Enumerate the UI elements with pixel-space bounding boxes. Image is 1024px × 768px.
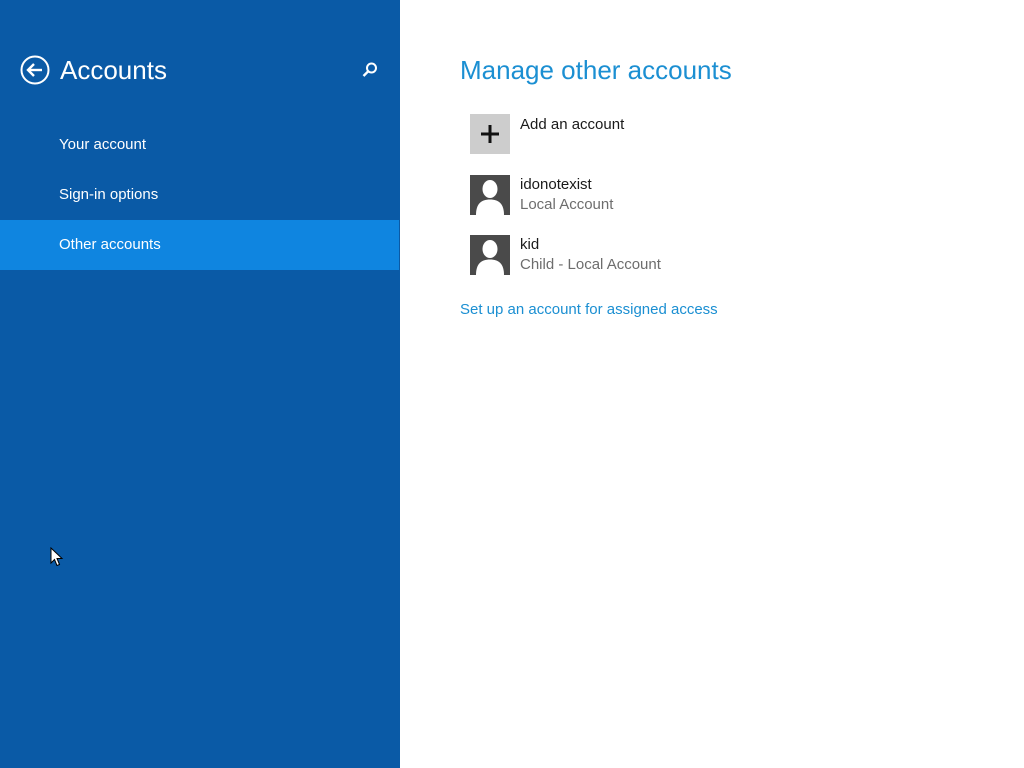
sidebar-item-other-accounts[interactable]: Other accounts (0, 220, 399, 270)
account-type: Local Account (520, 196, 614, 213)
add-account-button[interactable]: Add an account (470, 114, 870, 154)
page-title: Manage other accounts (460, 55, 732, 85)
user-avatar-icon (470, 175, 510, 215)
sidebar: Accounts Your account Sign-in options Ot… (0, 0, 400, 768)
user-avatar-icon (470, 235, 510, 275)
sidebar-item-sign-in-options[interactable]: Sign-in options (0, 170, 399, 220)
sidebar-header: Accounts (20, 54, 380, 86)
main-content: Manage other accounts Add an account ido… (400, 0, 1024, 768)
account-text: idonotexist Local Account (520, 175, 613, 215)
sidebar-nav: Your account Sign-in options Other accou… (0, 120, 399, 270)
sidebar-title: Accounts (60, 55, 167, 85)
mouse-pointer-icon (50, 546, 64, 567)
add-account-text: Add an account (520, 114, 624, 135)
plus-icon (470, 114, 510, 154)
account-item-kid[interactable]: kid Child - Local Account (470, 235, 870, 275)
add-account-label: Add an account (520, 116, 625, 133)
account-item-idonotexist[interactable]: idonotexist Local Account (470, 175, 870, 215)
assigned-access-link[interactable]: Set up an account for assigned access (460, 300, 718, 320)
sidebar-item-your-account[interactable]: Your account (0, 120, 399, 170)
account-name: kid (520, 236, 540, 253)
search-icon[interactable] (360, 60, 380, 80)
account-type: Child - Local Account (520, 256, 661, 273)
account-text: kid Child - Local Account (520, 235, 661, 275)
settings-window: Accounts Your account Sign-in options Ot… (0, 0, 1024, 768)
account-name: idonotexist (520, 176, 592, 193)
back-arrow-icon[interactable] (20, 55, 50, 85)
